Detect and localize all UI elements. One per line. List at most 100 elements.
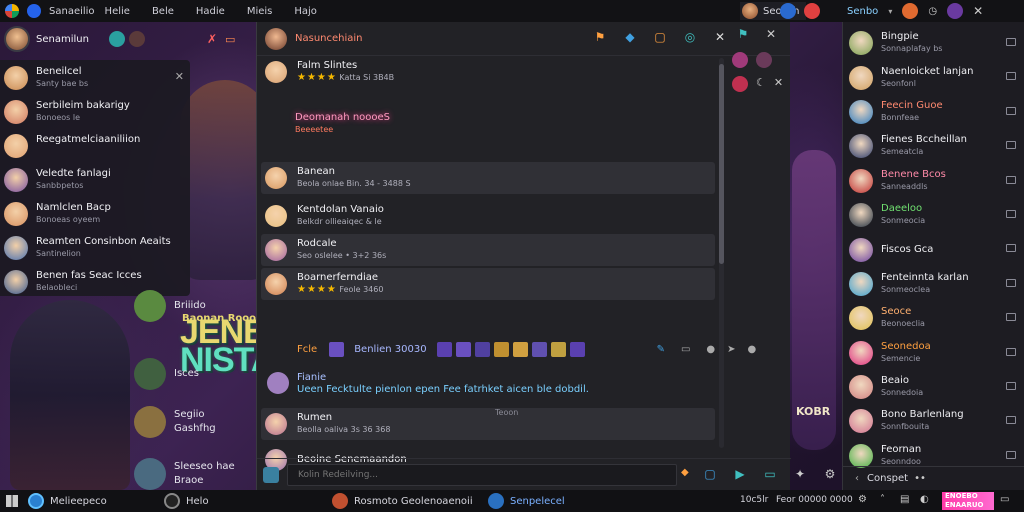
message-icon[interactable] [1006,141,1016,150]
friend-item[interactable]: Bingpie Sonnaplafay bs [843,26,1024,60]
notification-item[interactable]: Serbileim bakarigy Bonoeos le [0,94,190,128]
item-icon[interactable] [569,342,585,357]
settings-icon[interactable]: ⚙ [858,494,867,505]
promo-badge[interactable]: ENOEBO ENAARUO [942,492,994,510]
chat-message[interactable]: Rumen Beolla oaliva 3s 36 368 [261,408,715,440]
message-icon[interactable] [1006,175,1016,184]
friend-item[interactable]: Daeeloo Sonmeocia [843,198,1024,232]
window-icon[interactable]: ▢ [653,30,667,44]
menu-item[interactable]: Helie [105,6,130,17]
notification-item[interactable]: Beneilcel Santy bae bs [0,60,190,94]
message-icon[interactable] [1006,450,1016,459]
moon-icon[interactable]: ☾ [756,76,766,92]
menu-item[interactable]: Bele [152,6,174,17]
friend-item[interactable]: Seonedoa Semencie [843,336,1024,370]
image-icon[interactable] [263,466,279,483]
avatar[interactable] [732,76,748,92]
settings-icon[interactable]: ◎ [683,30,697,44]
scroll-thumb[interactable] [719,64,724,264]
app-icon[interactable] [27,4,41,18]
close-icon[interactable]: ✕ [764,27,778,41]
close-icon[interactable]: ✕ [713,30,727,44]
start-icon[interactable] [6,495,18,507]
friend-item[interactable]: Naenloicket lanjan Seonfonl [843,60,1024,94]
settings-icon[interactable]: ⚙ [823,467,837,481]
friend-item[interactable]: Benene Bcos Sanneaddls [843,164,1024,198]
avatar[interactable] [128,31,145,47]
notification-icon[interactable]: ▭ [1000,494,1009,505]
send-icon[interactable]: ➤ [727,344,735,355]
people-icon[interactable]: ⚑ [736,27,750,41]
item-icon[interactable] [531,342,547,357]
browser-icon[interactable] [5,4,19,18]
avatar[interactable] [756,52,772,68]
list-item[interactable]: Segiio Gashfhg [134,400,254,444]
message-icon[interactable] [1006,244,1016,253]
flag-icon[interactable]: ⚑ [593,30,607,44]
play-icon[interactable]: ▶ [733,467,747,481]
item-icon[interactable] [493,342,509,357]
taskbar-app[interactable]: Helo [164,493,209,509]
message-icon[interactable] [1006,72,1016,81]
friend-item[interactable]: Bono Barlenlang Sonnfbouita [843,404,1024,438]
taskbar-app[interactable]: Senpelecel [488,493,565,509]
notification-item[interactable]: Veledte fanlagi Sanbbpetos [0,162,190,196]
message-icon[interactable] [1006,347,1016,356]
gamepad-icon[interactable]: ✦ [793,467,807,481]
avatar[interactable] [265,27,287,50]
item-icon[interactable] [512,342,528,357]
party-icon[interactable] [108,31,125,47]
chat-message[interactable]: Boarnerferndiae ★★★★ Feole 3460 [261,268,715,300]
list-item[interactable]: Briiido [134,284,254,328]
close-icon[interactable]: ✕ [973,4,983,18]
avatar[interactable] [732,52,748,68]
friend-item[interactable]: Seoce Beonoeclia [843,301,1024,335]
pin-icon[interactable]: ✎ [657,344,665,355]
item-icon[interactable] [455,342,471,357]
message-icon[interactable] [1006,209,1016,218]
chevron-left-icon[interactable]: ‹ [855,473,859,484]
item-icon[interactable] [329,342,345,357]
avatar[interactable] [267,372,289,394]
notification-item[interactable]: Namlclen Bacp Bonoeas oyeem [0,196,190,230]
menu-item[interactable]: Mieis [247,6,273,17]
message-icon[interactable] [1006,38,1016,46]
item-icon[interactable] [550,342,566,357]
chat-message[interactable]: Rodcale Seo oslelee • 3+2 36s [261,234,715,266]
chat-message[interactable]: Banean Beola onlae Bin. 34 - 3488 S [261,162,715,194]
notification-item[interactable]: Reegatmelciaaniliion [0,128,190,162]
chevron-up-icon[interactable]: ˄ [880,494,885,505]
chat-message[interactable]: Kentdolan Vanaio Belkdr ollieaiqec & le [261,200,715,232]
item-icon[interactable] [474,342,490,357]
window-icon[interactable]: ▢ [703,467,717,481]
fire-icon[interactable] [902,3,919,19]
chat-message[interactable]: Deomanah noooeS Beeeetee [261,108,715,140]
friend-item[interactable]: Fienes Bccheillan Semeatcla [843,129,1024,163]
taskbar-app[interactable]: Rosmoto Geolenoaenoii [332,493,473,509]
more-icon[interactable]: •• [914,473,926,484]
friend-item[interactable]: Fiscos Gca [843,232,1024,266]
item-icon[interactable] [436,342,452,357]
volume-icon[interactable]: ◐ [920,494,929,505]
friends-footer[interactable]: ‹ Conspet •• [843,466,1024,490]
message-icon[interactable] [1006,313,1016,322]
share-icon[interactable]: ◆ [623,30,637,44]
list-item[interactable]: Isces [134,352,254,396]
taskbar-app[interactable]: Melieepeco [28,493,107,509]
alert-icon[interactable] [804,3,820,19]
message-icon[interactable] [1006,106,1016,115]
menu-item[interactable]: Hajo [294,6,317,17]
message-icon[interactable] [1006,381,1016,390]
screen-icon[interactable]: ▭ [681,344,690,355]
message-input[interactable] [287,463,677,486]
clock-icon[interactable]: ◷ [928,6,937,17]
screen-icon[interactable]: ▭ [225,33,235,46]
screen-icon[interactable]: ▭ [763,467,777,481]
close-icon[interactable]: ✕ [175,70,184,83]
globe-icon[interactable] [780,3,796,19]
menu-item[interactable]: Hadie [196,6,225,17]
scrollbar[interactable] [719,58,724,448]
pin-icon[interactable]: ✗ [207,32,217,46]
notification-item[interactable]: Reamten Consinbon Aeaits Santinelion [0,230,190,264]
more-icon[interactable]: ● [748,344,757,355]
